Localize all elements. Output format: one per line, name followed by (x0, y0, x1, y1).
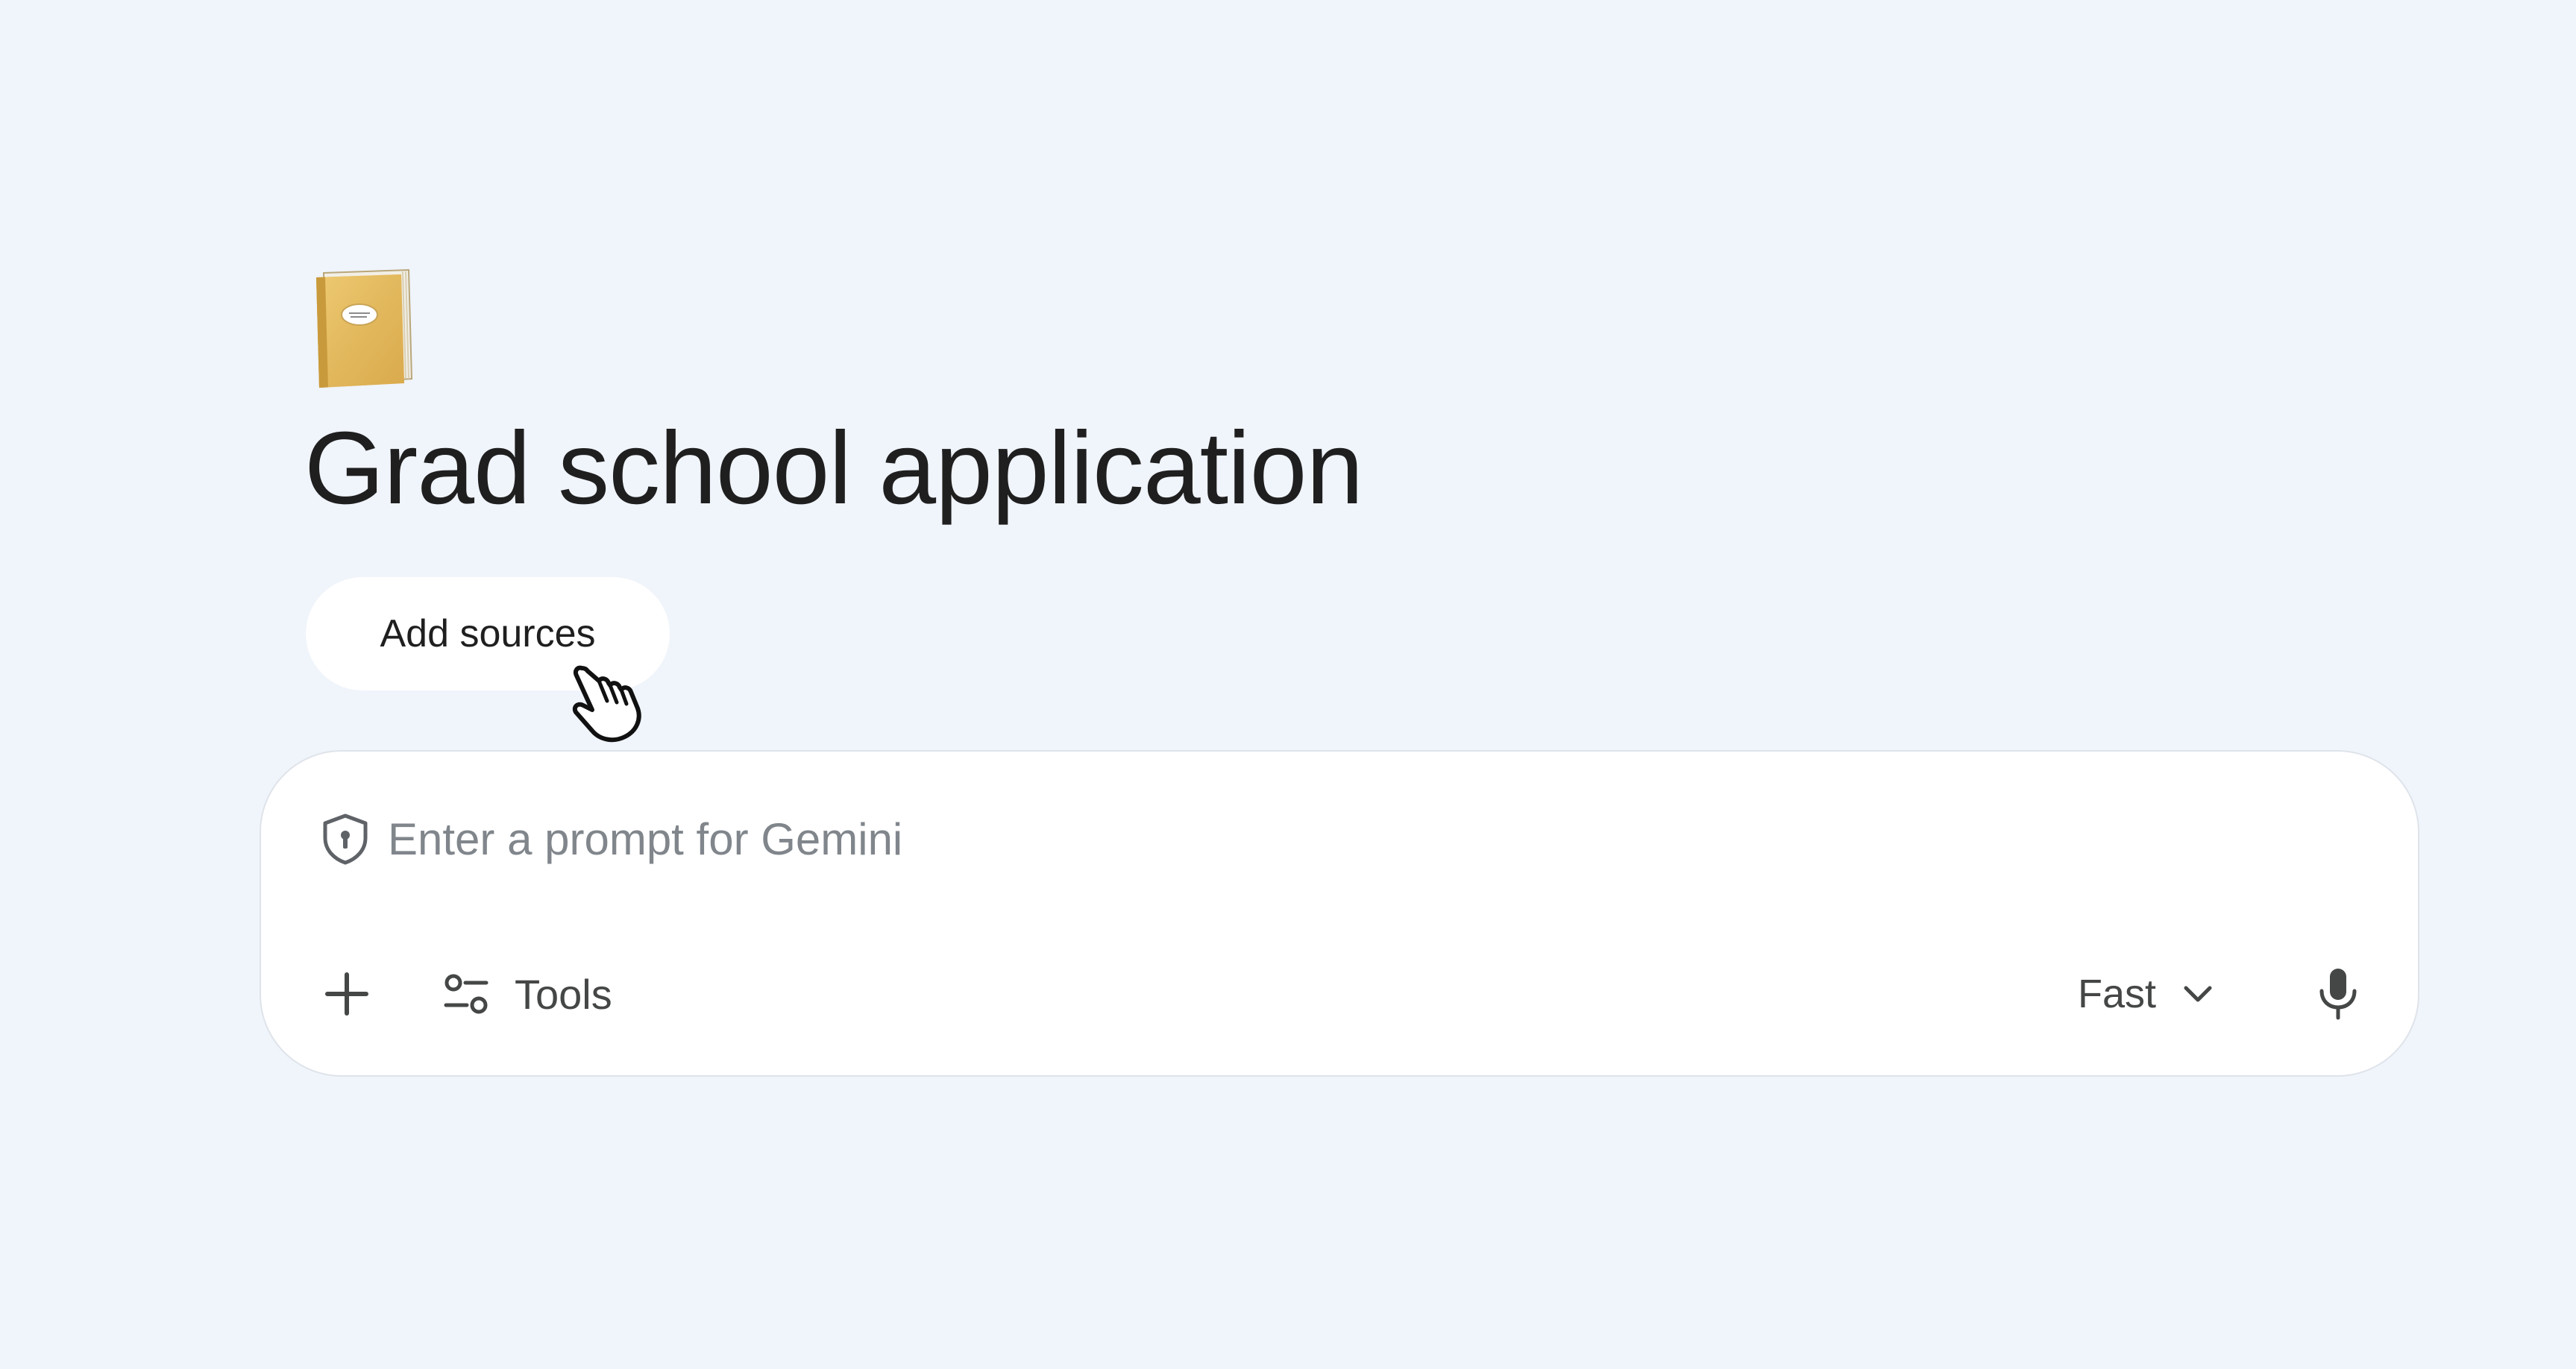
notebook-icon (313, 267, 416, 389)
microphone-icon (2316, 966, 2360, 1022)
model-selector[interactable]: Fast (2078, 960, 2217, 1027)
tools-label: Tools (515, 970, 612, 1018)
plus-icon (323, 970, 371, 1018)
tools-button[interactable]: Tools (440, 960, 612, 1027)
prompt-input[interactable] (388, 805, 2178, 872)
microphone-button[interactable] (2305, 960, 2372, 1027)
add-button[interactable] (313, 960, 380, 1027)
page-title: Grad school application (304, 411, 1363, 526)
model-selected-label: Fast (2078, 972, 2157, 1016)
shield-lock-icon (321, 813, 370, 865)
tools-sliders-icon (440, 968, 492, 1020)
chevron-down-icon (2178, 975, 2217, 1013)
prompt-card: Tools Fast (260, 750, 2419, 1077)
hand-cursor-icon (553, 653, 650, 750)
add-sources-label: Add sources (380, 612, 596, 655)
